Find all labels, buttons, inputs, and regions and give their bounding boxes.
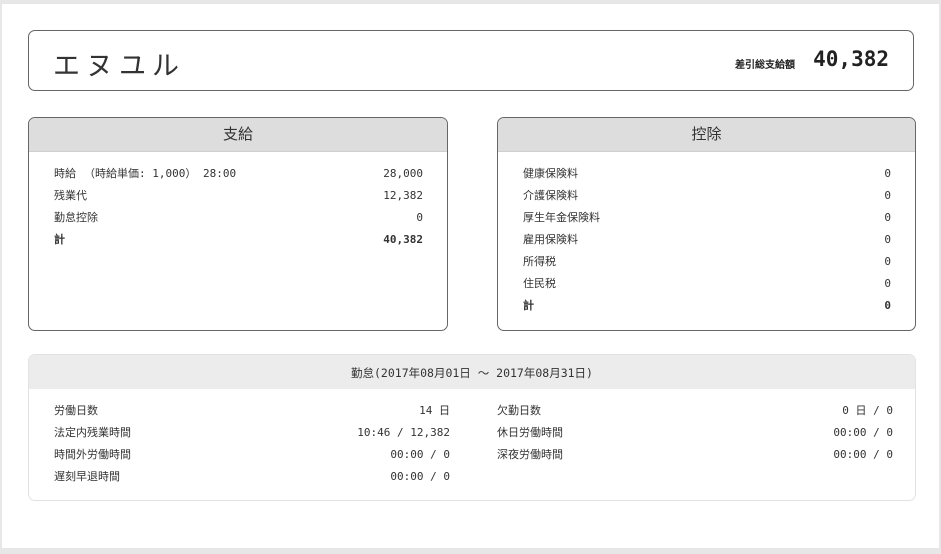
payments-panel: 支給 時給 （時給単価: 1,000） 28:00 28,000 残業代 12,…	[28, 117, 448, 331]
attendance-row: 欠勤日数 0 日 / 0	[497, 400, 893, 422]
deduction-label: 健康保険料	[523, 167, 578, 180]
deduction-label: 雇用保険料	[523, 233, 578, 246]
payment-label: 残業代	[54, 189, 87, 202]
deduction-row: 住民税 0	[523, 273, 891, 295]
deduction-total-value: 0	[884, 299, 891, 312]
payment-total-label: 計	[54, 233, 65, 246]
attendance-value: 00:00 / 0	[833, 426, 893, 439]
attendance-label: 遅刻早退時間	[54, 470, 120, 483]
payment-row-overtime: 残業代 12,382	[54, 185, 423, 207]
attendance-right-column: 欠勤日数 0 日 / 0 休日労働時間 00:00 / 0 深夜労働時間 00:…	[472, 400, 915, 488]
employee-name: エヌユル	[53, 51, 185, 82]
deduction-label: 介護保険料	[523, 189, 578, 202]
deduction-row: 介護保険料 0	[523, 185, 891, 207]
deduction-row: 所得税 0	[523, 251, 891, 273]
deduction-label: 住民税	[523, 277, 556, 290]
attendance-row: 深夜労働時間 00:00 / 0	[497, 444, 893, 466]
deduction-value: 0	[884, 277, 891, 290]
attendance-left-column: 労働日数 14 日 法定内残業時間 10:46 / 12,382 時間外労働時間…	[29, 400, 472, 488]
deduction-total-label: 計	[523, 299, 534, 312]
hourly-detail: （時給単価: 1,000） 28:00	[84, 167, 237, 180]
attendance-label: 深夜労働時間	[497, 448, 563, 461]
payslip-header: エヌユル 差引総支給額 40,382	[28, 30, 914, 91]
attendance-value: 10:46 / 12,382	[357, 426, 450, 439]
net-pay-label: 差引総支給額	[735, 60, 795, 71]
net-pay-value: 40,382	[813, 47, 889, 71]
payment-label: 時給	[54, 167, 76, 180]
attendance-title: 勤怠(2017年08月01日 〜 2017年08月31日)	[29, 355, 915, 389]
deduction-total-row: 計 0	[523, 295, 891, 317]
deduction-value: 0	[884, 211, 891, 224]
payment-total-row: 計 40,382	[54, 229, 423, 251]
attendance-row: 遅刻早退時間 00:00 / 0	[54, 466, 450, 488]
attendance-value: 00:00 / 0	[390, 448, 450, 461]
attendance-value: 0 日 / 0	[842, 404, 893, 417]
deduction-label: 厚生年金保険料	[523, 211, 600, 224]
deduction-value: 0	[884, 255, 891, 268]
payments-title: 支給	[29, 118, 447, 152]
deduction-row: 雇用保険料 0	[523, 229, 891, 251]
deductions-title: 控除	[498, 118, 915, 152]
payment-row-attendance-deduction: 勤怠控除 0	[54, 207, 423, 229]
deduction-value: 0	[884, 233, 891, 246]
attendance-label: 時間外労働時間	[54, 448, 131, 461]
attendance-label: 法定内残業時間	[54, 426, 131, 439]
attendance-panel: 勤怠(2017年08月01日 〜 2017年08月31日) 労働日数 14 日 …	[28, 354, 916, 501]
attendance-value: 14 日	[419, 404, 450, 417]
payment-value: 0	[416, 211, 423, 224]
deduction-label: 所得税	[523, 255, 556, 268]
attendance-value: 00:00 / 0	[390, 470, 450, 483]
attendance-label: 労働日数	[54, 404, 98, 417]
payment-total-value: 40,382	[383, 233, 423, 246]
payment-label: 勤怠控除	[54, 211, 98, 224]
attendance-label: 欠勤日数	[497, 404, 541, 417]
attendance-row: 時間外労働時間 00:00 / 0	[54, 444, 450, 466]
deduction-value: 0	[884, 167, 891, 180]
attendance-value: 00:00 / 0	[833, 448, 893, 461]
payment-value: 28,000	[383, 167, 423, 180]
attendance-row: 法定内残業時間 10:46 / 12,382	[54, 422, 450, 444]
payment-row-hourly: 時給 （時給単価: 1,000） 28:00 28,000	[54, 163, 423, 185]
deduction-value: 0	[884, 189, 891, 202]
attendance-label: 休日労働時間	[497, 426, 563, 439]
payslip-page: エヌユル 差引総支給額 40,382 支給 時給 （時給単価: 1,000） 2…	[2, 4, 939, 548]
attendance-row: 労働日数 14 日	[54, 400, 450, 422]
deduction-row: 厚生年金保険料 0	[523, 207, 891, 229]
payment-value: 12,382	[383, 189, 423, 202]
deductions-panel: 控除 健康保険料 0 介護保険料 0 厚生年金保険料 0 雇用保険料 0 所得税…	[497, 117, 916, 331]
attendance-row: 休日労働時間 00:00 / 0	[497, 422, 893, 444]
deduction-row: 健康保険料 0	[523, 163, 891, 185]
